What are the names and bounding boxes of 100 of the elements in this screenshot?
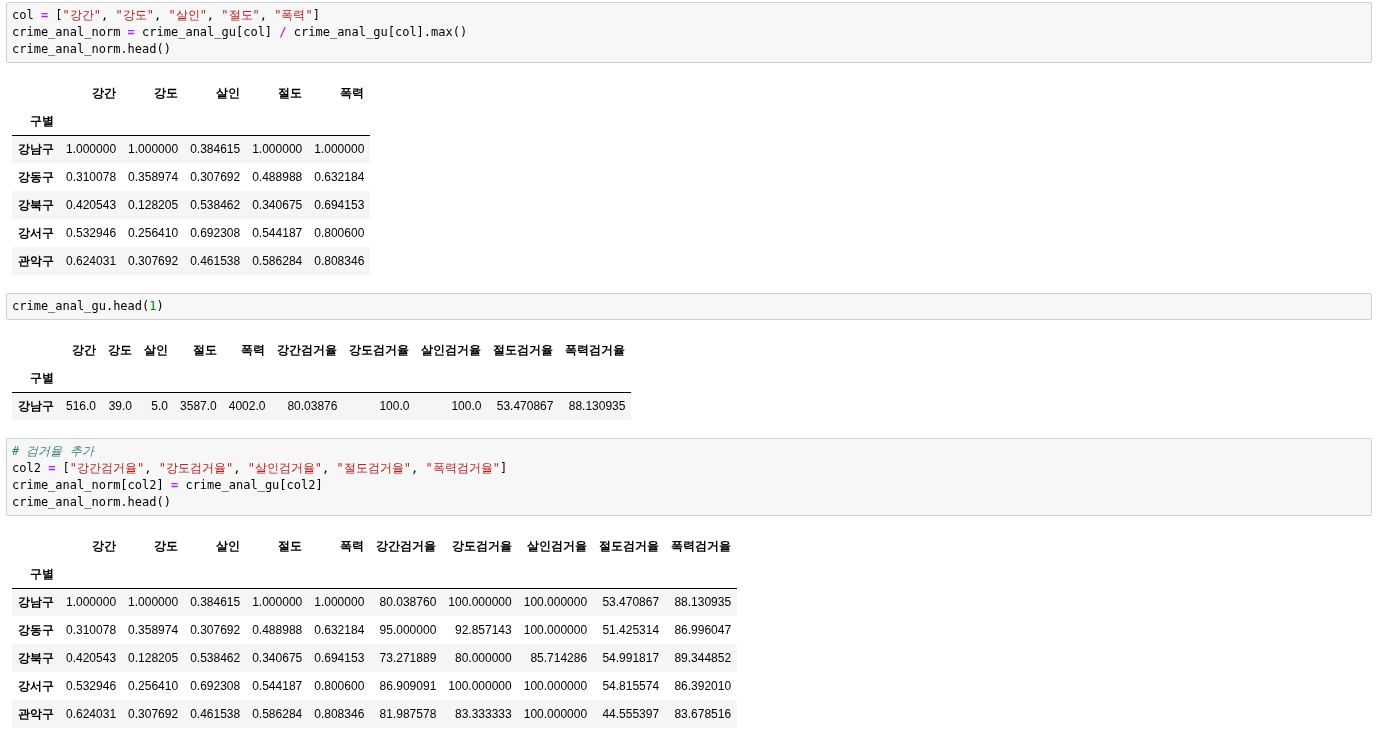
- table-cell: 85.714286: [517, 644, 594, 672]
- column-header: 강도: [153, 85, 180, 102]
- table-cell: 100.0: [415, 392, 488, 420]
- table-cell: 0.692308: [184, 219, 247, 247]
- table-cell: 0.488988: [246, 163, 309, 191]
- column-header: 절도검거율: [492, 342, 555, 359]
- column-header: 강간검거율: [375, 538, 438, 555]
- code-line: col = ["강간", "강도", "살인", "절도", "폭력"]: [12, 7, 320, 24]
- code-line: crime_anal_gu.head(1): [12, 298, 164, 315]
- table-cell: 95.000000: [370, 616, 443, 644]
- table-cell: 88.130935: [665, 588, 738, 616]
- table-cell: 0.544187: [246, 672, 309, 700]
- table-cell: 100.000000: [517, 588, 594, 616]
- table-cell: 0.340675: [246, 191, 309, 219]
- code-line: crime_anal_norm = crime_anal_gu[col] / crime_anal_gu[col].max(): [12, 24, 468, 41]
- code-cell[interactable]: col = ["강간", "강도", "살인", "절도", "폭력"] crime_anal_norm = crime_anal_gu[col] / crime_anal_gu[col].max() crime_anal_norm.head(): [6, 2, 1372, 63]
- column-header: 강간: [91, 85, 118, 102]
- column-header: 강도: [107, 342, 134, 359]
- table-cell: 0.624031: [60, 247, 123, 275]
- column-header: 폭력검거율: [670, 538, 733, 555]
- table-cell: 0.307692: [184, 616, 247, 644]
- table-cell: 54.991817: [593, 644, 666, 672]
- table-cell: 39.0: [102, 392, 139, 420]
- table-cell: 73.271889: [370, 644, 443, 672]
- table-cell: 0.307692: [184, 163, 247, 191]
- table-cell: 89.344852: [665, 644, 738, 672]
- table-cell: 1.000000: [60, 135, 123, 163]
- code-line: # 검거율 추가: [12, 443, 94, 460]
- table-cell: 44.555397: [593, 700, 666, 728]
- table-cell: 51.425314: [593, 616, 666, 644]
- column-header: 절도: [191, 342, 218, 359]
- row-index: 강남구: [12, 588, 60, 616]
- table-cell: 80.03876: [271, 392, 344, 420]
- column-header: 강도검거율: [450, 538, 513, 555]
- code-line: col2 = ["강간검거율", "강도검거율", "살인검거율", "절도검거율", "폭력검거율"]: [12, 460, 508, 477]
- column-header: 강도: [153, 538, 180, 555]
- table-cell: 100.0: [343, 392, 416, 420]
- column-header: 강도검거율: [348, 342, 411, 359]
- table-cell: 0.461538: [184, 247, 247, 275]
- row-index: 관악구: [12, 700, 60, 728]
- table-cell: 0.384615: [184, 588, 247, 616]
- table-cell: 1.000000: [60, 588, 123, 616]
- table-cell: 53.470867: [487, 392, 560, 420]
- table-cell: 0.488988: [246, 616, 309, 644]
- table-cell: 86.909091: [370, 672, 443, 700]
- table-cell: 0.340675: [246, 644, 309, 672]
- table-cell: 516.0: [60, 392, 103, 420]
- table-cell: 0.461538: [184, 700, 247, 728]
- column-header: 강간검거율: [276, 342, 339, 359]
- table-cell: 0.358974: [122, 163, 185, 191]
- column-header: 강간: [71, 342, 98, 359]
- column-header: 절도: [277, 538, 304, 555]
- table-cell: 1.000000: [122, 588, 185, 616]
- table-cell: 100.000000: [442, 588, 518, 616]
- table-cell: 0.800600: [308, 672, 371, 700]
- column-header: 폭력: [339, 85, 366, 102]
- table-cell: 53.470867: [593, 588, 666, 616]
- table-cell: 80.000000: [442, 644, 518, 672]
- table-cell: 0.586284: [246, 700, 309, 728]
- index-name: 구별: [12, 364, 60, 392]
- table-cell: 80.038760: [370, 588, 443, 616]
- row-index: 강동구: [12, 616, 60, 644]
- table-cell: 54.815574: [593, 672, 666, 700]
- table-cell: 0.307692: [122, 700, 185, 728]
- table-cell: 1.000000: [122, 135, 185, 163]
- row-index: 강북구: [12, 644, 60, 672]
- code-line: crime_anal_norm.head(): [12, 494, 171, 511]
- table-cell: 0.538462: [184, 644, 247, 672]
- code-line: crime_anal_norm[col2] = crime_anal_gu[col2]: [12, 477, 323, 494]
- column-header: 살인: [215, 538, 242, 555]
- table-cell: 0.624031: [60, 700, 123, 728]
- table-cell: 0.532946: [60, 219, 123, 247]
- table-cell: 0.692308: [184, 672, 247, 700]
- table-cell: 86.392010: [665, 672, 738, 700]
- column-header: 절도: [277, 85, 304, 102]
- row-index: 강서구: [12, 219, 60, 247]
- column-header: 절도검거율: [598, 538, 661, 555]
- code-cell[interactable]: crime_anal_gu.head(1): [6, 293, 1372, 320]
- row-index: 강동구: [12, 163, 60, 191]
- table-cell: 83.333333: [442, 700, 518, 728]
- column-header: 살인검거율: [526, 538, 589, 555]
- column-header: 강간: [91, 538, 118, 555]
- row-index: 강서구: [12, 672, 60, 700]
- table-cell: 0.256410: [122, 672, 185, 700]
- table-cell: 81.987578: [370, 700, 443, 728]
- code-cell[interactable]: # 검거율 추가 col2 = ["강간검거율", "강도검거율", "살인검거율", "절도검거율", "폭력검거율"] crime_anal_norm[col2] = crime_anal_gu[col2] crime_anal_norm.head(): [6, 438, 1372, 516]
- table-cell: 0.808346: [308, 247, 371, 275]
- index-name: 구별: [12, 560, 60, 588]
- table-cell: 0.128205: [122, 191, 185, 219]
- table-cell: 0.586284: [246, 247, 309, 275]
- column-header: 살인검거율: [420, 342, 483, 359]
- table-cell: 1.000000: [246, 135, 309, 163]
- column-header: 폭력검거율: [564, 342, 627, 359]
- table-cell: 0.800600: [308, 219, 371, 247]
- table-cell: 0.307692: [122, 247, 185, 275]
- table-cell: 1.000000: [308, 588, 371, 616]
- row-index: 강남구: [12, 392, 60, 420]
- table-cell: 0.544187: [246, 219, 309, 247]
- table-cell: 0.128205: [122, 644, 185, 672]
- table-cell: 4002.0: [222, 392, 272, 420]
